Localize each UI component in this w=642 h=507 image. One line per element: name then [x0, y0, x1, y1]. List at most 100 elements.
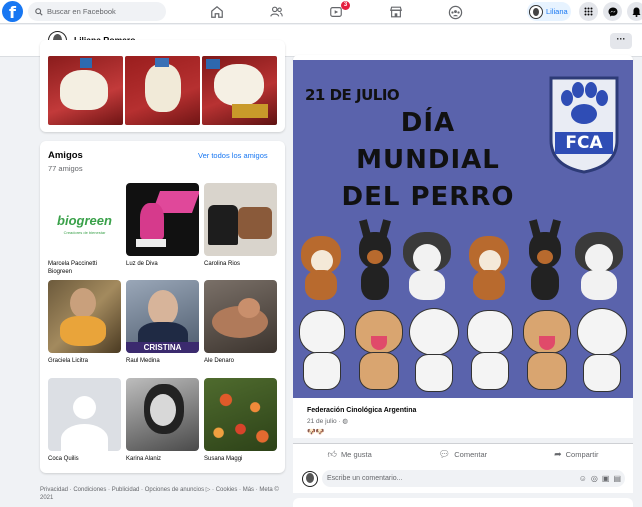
like-label: Me gusta [340, 450, 372, 459]
menu-grid-button[interactable] [579, 2, 598, 21]
friend-photo [126, 378, 199, 451]
post-image-title-line: DEL PERRO [341, 182, 515, 212]
comment-composer: Escribe un comentario... ☺ ◎ ▣ ▤ [293, 465, 633, 493]
watch-icon[interactable]: 3 [328, 1, 350, 20]
thumbs-up-icon: 👍︎ [327, 449, 337, 459]
messenger-button[interactable] [603, 2, 622, 21]
post-date-text: 21 de julio · [307, 418, 343, 425]
comment-placeholder: Escribe un comentario... [327, 475, 403, 482]
post-image-date: 21 DE JULIO [305, 86, 400, 104]
friend-card[interactable]: CRISTINA Raul Medina [126, 280, 199, 365]
photo-overlay-text: CRISTINA [126, 342, 199, 353]
dog-illustration [573, 308, 631, 392]
sticker-icon[interactable]: ▤ [613, 470, 621, 487]
home-icon[interactable] [209, 4, 225, 20]
search-placeholder: Buscar en Facebook [47, 7, 116, 16]
dog-illustration [463, 228, 515, 300]
comment-label: Comentar [454, 450, 488, 459]
friends-icon[interactable] [268, 4, 284, 20]
friends-title: Amigos [48, 150, 83, 161]
more-options-button[interactable]: ··· [610, 33, 632, 49]
share-label: Compartir [565, 450, 599, 459]
dog-illustration [571, 228, 627, 300]
dog-illustration [405, 308, 463, 392]
top-navigation-bar: f Buscar en Facebook 3 Liliana [0, 0, 642, 24]
friend-name: Karina Alaniz [126, 456, 162, 462]
post-date[interactable]: 21 de julio · ◍ [307, 417, 348, 425]
friend-photo [204, 378, 277, 451]
photos-card [40, 40, 285, 132]
footer-links[interactable]: Privacidad · Condiciones · Publicidad · … [40, 486, 285, 502]
dog-illustration [521, 219, 569, 300]
post-caption: 🐶🐶 [307, 429, 325, 436]
like-button[interactable]: 👍︎ Me gusta [293, 444, 406, 465]
friend-card[interactable]: Susana Maggi [204, 378, 277, 463]
paw-icon [549, 76, 619, 174]
dog-illustration [519, 306, 575, 390]
friend-photo: CRISTINA [126, 280, 199, 353]
friend-card[interactable]: Karina Alaniz [126, 378, 199, 463]
share-button[interactable]: ➦ Compartir [520, 444, 633, 465]
photo-thumbnail[interactable] [48, 56, 123, 125]
friend-name: Ale Denaro [204, 358, 235, 364]
search-input[interactable]: Buscar en Facebook [28, 2, 166, 21]
friend-card[interactable]: biogreen Creadores de bienestar Marcela … [48, 183, 121, 276]
photo-thumbnail[interactable] [125, 56, 200, 125]
profile-shortcut-label: Liliana [546, 7, 568, 16]
comment-button[interactable]: 💬︎ Comentar [406, 444, 519, 465]
notification-badge: 3 [341, 1, 350, 10]
friend-name: Graciela Licitra [48, 358, 89, 364]
facebook-logo-icon[interactable]: f [2, 1, 23, 22]
emoji-icon[interactable]: ☺ [579, 470, 587, 487]
groups-icon[interactable] [447, 4, 463, 20]
comment-icon: 💬︎ [438, 449, 451, 459]
friend-photo [48, 378, 121, 451]
biogreen-logo-subtext: Creadores de bienestar [63, 230, 106, 235]
messenger-icon [608, 7, 617, 16]
dog-illustration [399, 228, 455, 300]
friend-card[interactable]: Graciela Licitra [48, 280, 121, 365]
friend-photo [204, 183, 277, 256]
grid-icon [584, 7, 593, 16]
friend-card[interactable]: Coca Quilis [48, 378, 121, 463]
friend-name: Luz de Diva [126, 261, 158, 267]
friend-photo: biogreen Creadores de bienestar [48, 183, 121, 256]
friend-card[interactable]: Luz de Diva [126, 183, 199, 268]
friend-card[interactable]: Ale Denaro [204, 280, 277, 365]
dog-illustration [463, 306, 517, 390]
friends-card: Amigos 77 amigos Ver todos los amigos bi… [40, 141, 285, 473]
friend-photo [204, 280, 277, 353]
photo-thumbnail[interactable] [202, 56, 277, 125]
post-actions: 👍︎ Me gusta 💬︎ Comentar ➦ Compartir [293, 443, 633, 465]
post-image[interactable]: 21 DE JULIO DÍA MUNDIAL DEL PERRO FCA [293, 60, 633, 398]
marketplace-icon[interactable] [388, 4, 404, 20]
post-author[interactable]: Federación Cinológica Argentina [307, 407, 416, 414]
friend-name: Susana Maggi [204, 456, 243, 462]
friends-count: 77 amigos [48, 164, 83, 173]
friend-photo [126, 183, 199, 256]
post-image-title-line: DÍA [400, 108, 456, 138]
see-all-friends-link[interactable]: Ver todos los amigos [198, 151, 268, 160]
post-meta: Federación Cinológica Argentina 21 de ju… [293, 398, 633, 438]
dog-illustration [351, 306, 407, 390]
friend-photo [48, 280, 121, 353]
bell-icon [632, 7, 641, 17]
dog-illustration [295, 228, 347, 300]
biogreen-logo-text: biogreen [57, 213, 112, 228]
fca-logo-text: FCA [565, 133, 603, 153]
camera-icon[interactable]: ◎ [591, 470, 598, 487]
notifications-button[interactable] [627, 2, 642, 21]
friend-name: Carolina Rios [204, 261, 241, 267]
fca-logo: FCA [543, 74, 625, 174]
search-icon [35, 7, 43, 16]
friend-name: Raul Medina [126, 358, 160, 364]
profile-shortcut-button[interactable]: Liliana [527, 2, 571, 21]
friend-card[interactable]: Carolina Rios [204, 183, 277, 268]
avatar [529, 4, 543, 19]
avatar [302, 471, 318, 487]
dog-illustration [295, 306, 349, 390]
dog-illustration [351, 219, 399, 300]
gif-icon[interactable]: ▣ [602, 470, 610, 487]
comment-input[interactable]: Escribe un comentario... ☺ ◎ ▣ ▤ [322, 470, 625, 487]
post-image-title-line: MUNDIAL [356, 145, 500, 175]
